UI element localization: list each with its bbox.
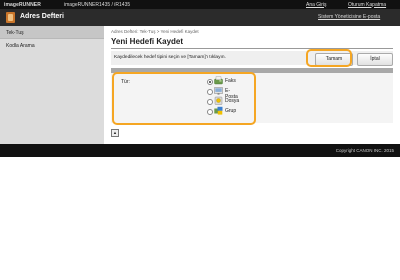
home-link[interactable]: Ana Giriş (306, 2, 327, 8)
divider (111, 48, 393, 49)
ok-button-highlight (306, 49, 352, 67)
device-model: imageRUNNER1435 / iR1435 (64, 1, 131, 8)
copyright-text: Copyright CANON INC. 2015 (335, 148, 394, 153)
sidebar-item-coded-dial[interactable]: Kodla Arama (0, 39, 104, 51)
breadcrumb: Adres Defteri: Tek-Tuş > Yeni Hedefi Kay… (111, 29, 199, 34)
sidebar-item-label: Tek-Tuş (6, 29, 24, 36)
sidebar-item-one-touch[interactable]: Tek-Tuş (0, 26, 104, 39)
section-heading: Yeni Hedefi Kaydet (111, 37, 184, 46)
footer: Copyright CANON INC. 2015 (0, 144, 400, 157)
sidebar-item-label: Kodla Arama (6, 42, 35, 49)
page-top-icon[interactable]: ▲ (111, 129, 119, 137)
address-book-icon (6, 12, 15, 23)
email-admin-link[interactable]: Sistem Yöneticisine E-posta (318, 14, 380, 20)
title-bar: Adres Defteri Sistem Yöneticisine E-post… (0, 9, 400, 26)
logout-link[interactable]: Oturum Kapatma (348, 2, 386, 8)
type-options-highlight (112, 72, 256, 125)
instruction-text: Kaydedilecek hedef tipini seçin ve [Tama… (114, 55, 226, 60)
sidebar: Tek-Tuş Kodla Arama (0, 26, 104, 144)
cancel-button[interactable]: İptal (357, 52, 393, 66)
page-title: Adres Defteri (20, 13, 64, 20)
brand-name: imageRUNNER (4, 1, 41, 8)
top-bar: imageRUNNER imageRUNNER1435 / iR1435 Ana… (0, 0, 400, 9)
